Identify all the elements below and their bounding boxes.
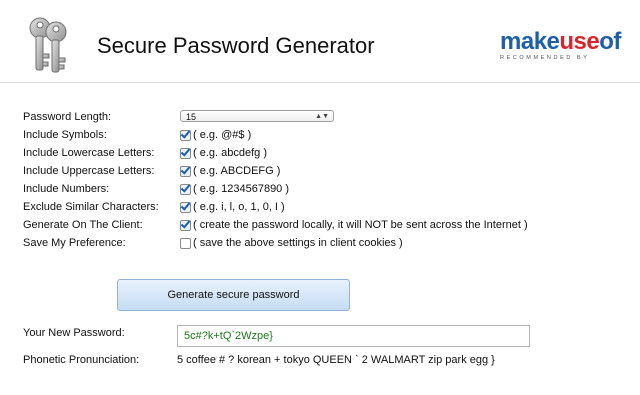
header-divider: [0, 82, 640, 83]
option-label: Save My Preference:: [23, 237, 126, 249]
option-hint: ( create the password locally, it will N…: [193, 219, 528, 231]
option-row: Include Numbers: ( e.g. 1234567890 ): [0, 180, 640, 198]
option-checkbox[interactable]: [180, 184, 191, 195]
option-checkbox[interactable]: [180, 166, 191, 177]
logo-tagline: RECOMMENDED BY: [500, 55, 590, 61]
option-hint: ( e.g. i, l, o, 1, 0, I ): [193, 201, 285, 213]
option-label: Exclude Similar Characters:: [23, 201, 159, 213]
option-checkbox[interactable]: [180, 220, 191, 231]
option-checkbox[interactable]: [180, 130, 191, 141]
option-label: Include Numbers:: [23, 183, 110, 195]
logo-use-text: use: [559, 28, 600, 55]
generate-button[interactable]: Generate secure password: [117, 279, 350, 311]
option-hint: ( e.g. @#$ ): [193, 129, 252, 141]
option-row: Include Uppercase Letters: ( e.g. ABCDEFG…: [0, 162, 640, 180]
password-field[interactable]: [177, 325, 530, 347]
makeuseof-logo[interactable]: makeuseof RECOMMENDED BY: [500, 30, 630, 68]
option-label: Include Uppercase Letters:: [23, 165, 155, 177]
select-arrows-icon: ▲▼: [315, 113, 329, 120]
length-value: 15: [186, 112, 197, 122]
option-row: Exclude Similar Characters: ( e.g. i, l, …: [0, 198, 640, 216]
logo-of-text: of: [599, 28, 621, 55]
length-select[interactable]: 15 ▲▼: [180, 110, 334, 122]
option-hint: ( e.g. abcdefg ): [193, 147, 267, 159]
option-hint: ( e.g. ABCDEFG ): [193, 165, 281, 177]
phonetic-label: Phonetic Pronunciation:: [23, 354, 140, 366]
length-row: Password Length: 15 ▲▼: [0, 108, 640, 126]
password-label: Your New Password:: [23, 327, 125, 339]
option-hint: ( e.g. 1234567890 ): [193, 183, 290, 195]
option-label: Generate On The Client:: [23, 219, 143, 231]
header: Secure Password Generator makeuseof RECO…: [0, 0, 640, 82]
length-label: Password Length:: [23, 111, 112, 123]
option-label: Include Lowercase Letters:: [23, 147, 155, 159]
option-row: Save My Preference: ( save the above sett…: [0, 234, 640, 252]
option-hint: ( save the above settings in client cook…: [193, 237, 403, 249]
option-row: Generate On The Client: ( create the pass…: [0, 216, 640, 234]
logo-make-text: make: [500, 28, 560, 55]
page-title: Secure Password Generator: [97, 33, 375, 58]
option-label: Include Symbols:: [23, 129, 107, 141]
option-row: Include Symbols: ( e.g. @#$ ): [0, 126, 640, 144]
option-checkbox[interactable]: [180, 202, 191, 213]
option-checkbox[interactable]: [180, 238, 191, 249]
phonetic-value: 5 coffee # ? korean + tokyo QUEEN ` 2 WA…: [177, 354, 495, 366]
option-checkbox[interactable]: [180, 148, 191, 159]
keys-icon: [29, 17, 67, 73]
option-row: Include Lowercase Letters: ( e.g. abcdefg…: [0, 144, 640, 162]
